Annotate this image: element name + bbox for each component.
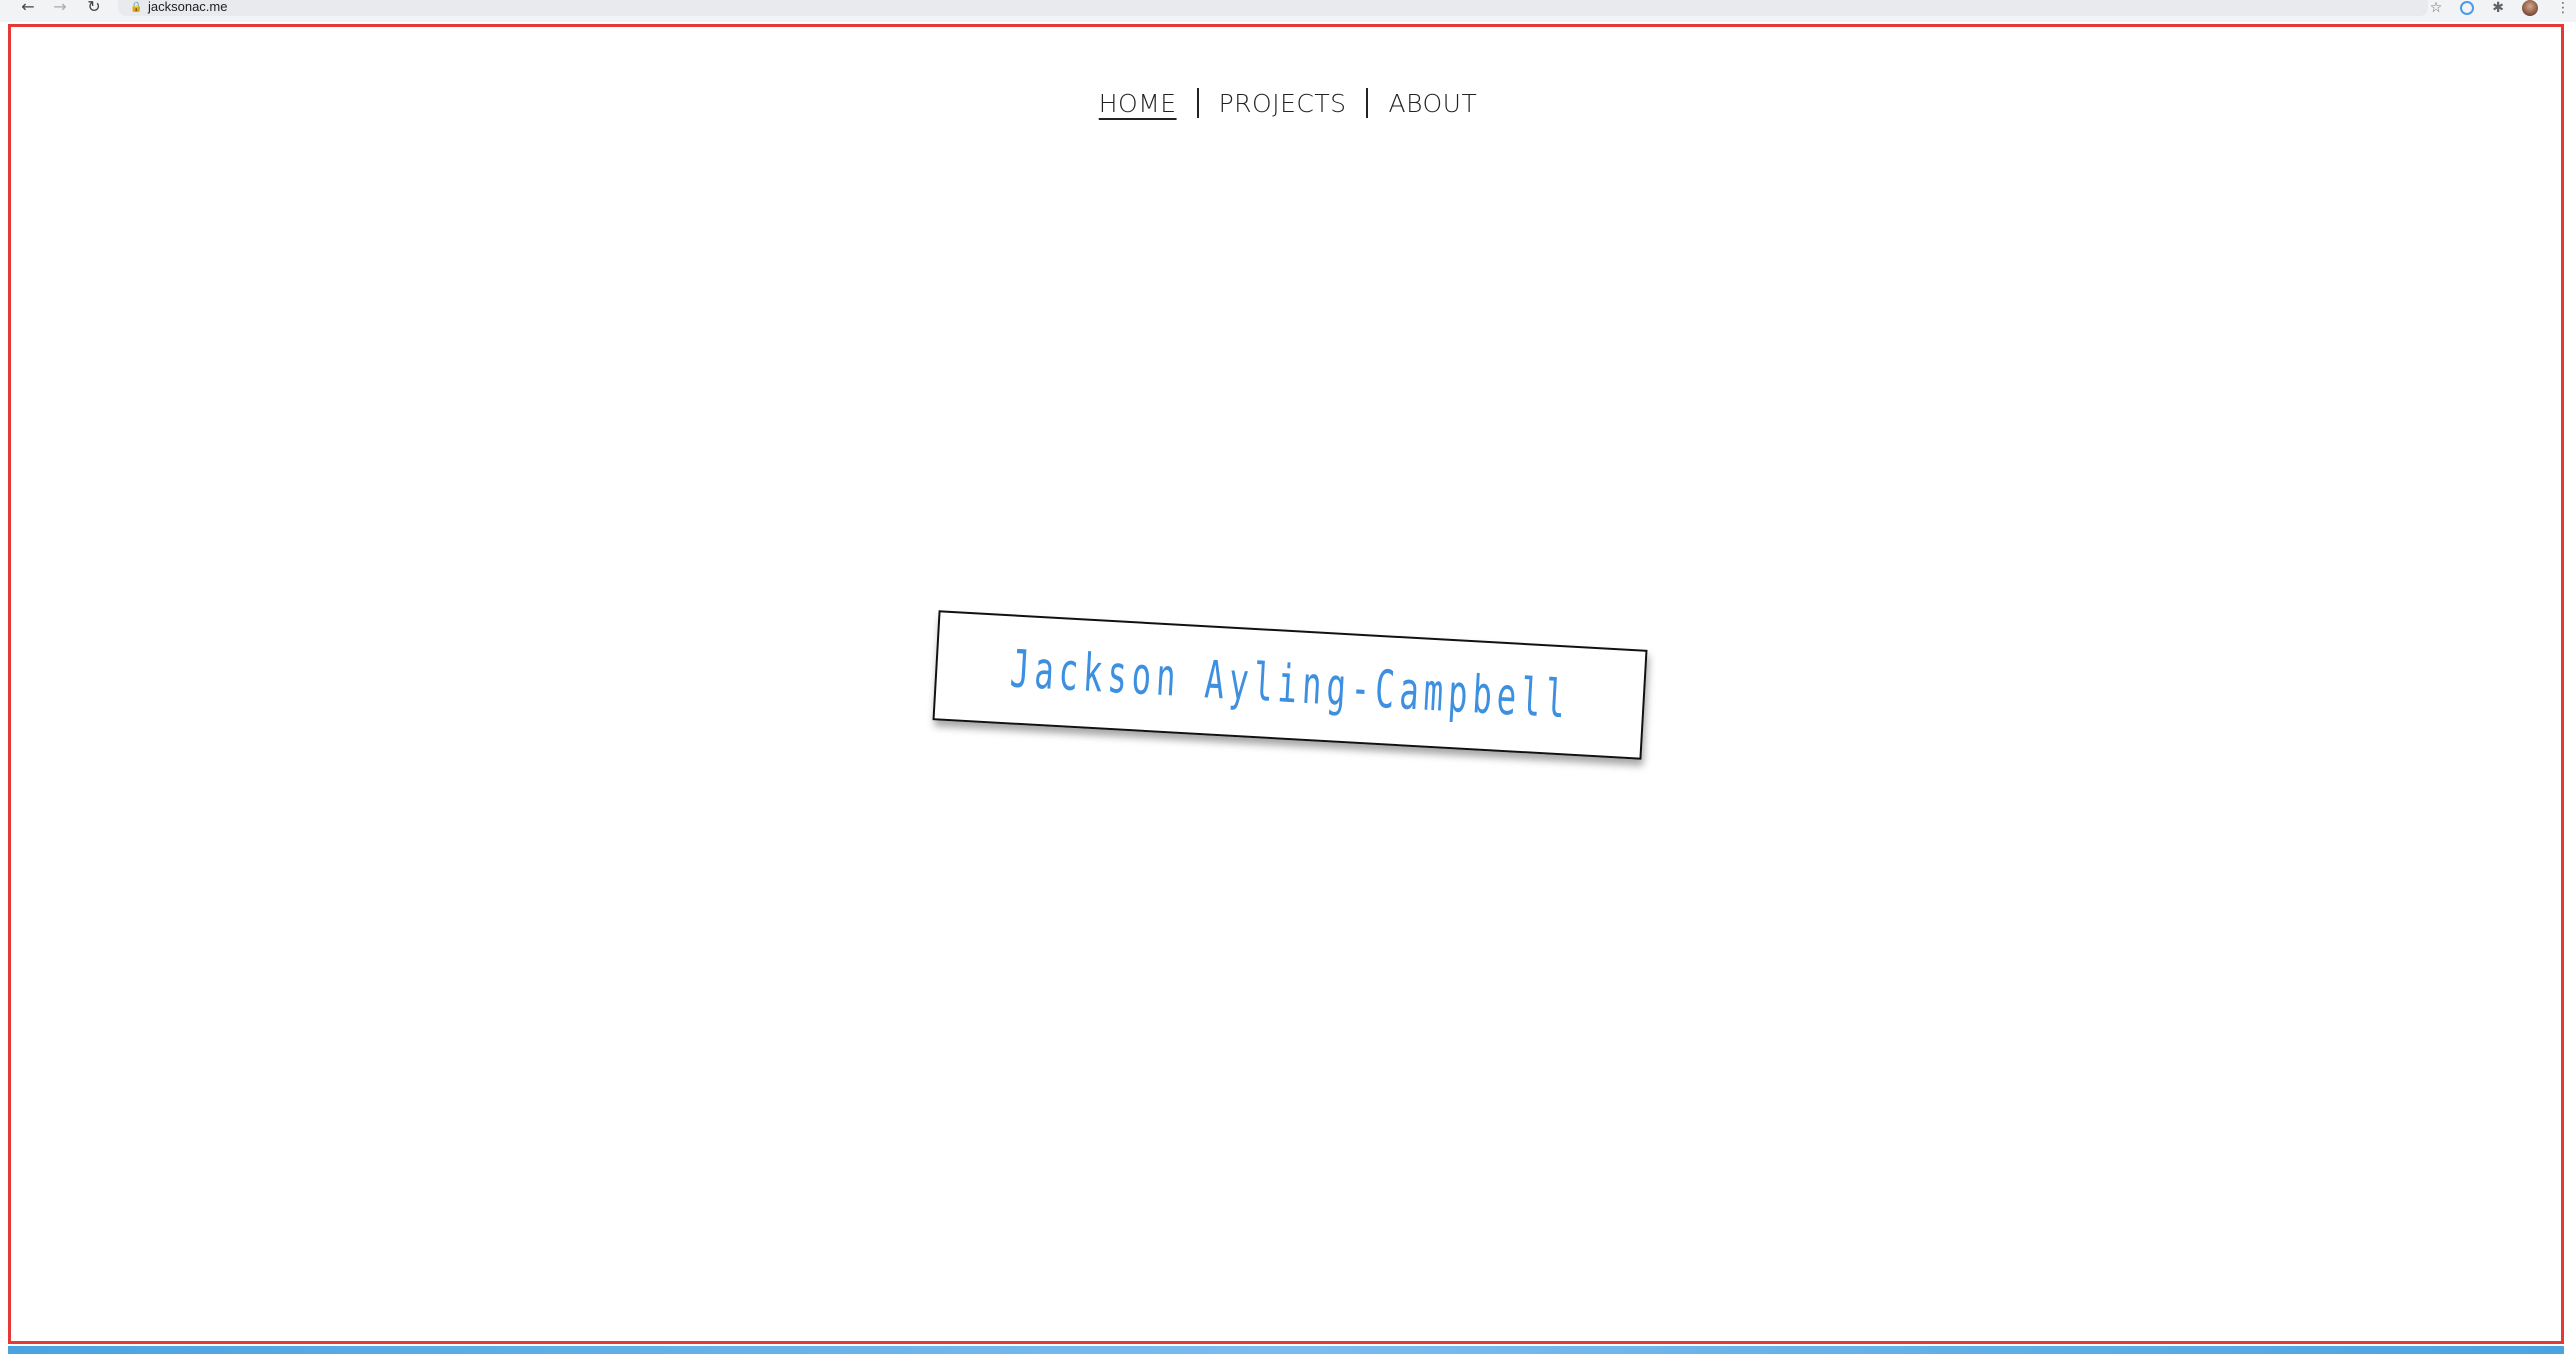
bottom-strip (8, 1346, 2564, 1354)
forward-arrow-icon[interactable]: → (50, 0, 70, 16)
extensions-puzzle-icon[interactable]: ✱ (2492, 0, 2504, 16)
back-arrow-icon[interactable]: ← (18, 0, 38, 16)
lock-icon: 🔒 (130, 2, 143, 13)
profile-avatar[interactable] (2522, 0, 2538, 16)
reload-icon[interactable]: ↻ (84, 0, 104, 16)
browser-toolbar: ← → ↻ 🔒 jacksonac.me ☆ ✱ ⋮ (0, 0, 2576, 22)
main-nav: HOME PROJECTS ABOUT (0, 88, 2576, 118)
nav-about-link[interactable]: ABOUT (1368, 89, 1497, 118)
address-bar[interactable]: 🔒 jacksonac.me (118, 0, 2428, 16)
nav-home-link[interactable]: HOME (1079, 89, 1197, 118)
toolbar-right-icons: ☆ ✱ ⋮ (2430, 0, 2570, 16)
menu-kebab-icon[interactable]: ⋮ (2556, 0, 2570, 16)
url-text: jacksonac.me (148, 0, 228, 14)
nav-projects-link[interactable]: PROJECTS (1199, 89, 1367, 118)
hero-name: Jackson Ayling-Campbell (1008, 639, 1572, 731)
bookmark-star-icon[interactable]: ☆ (2430, 0, 2443, 16)
extension-icon[interactable] (2460, 1, 2475, 15)
